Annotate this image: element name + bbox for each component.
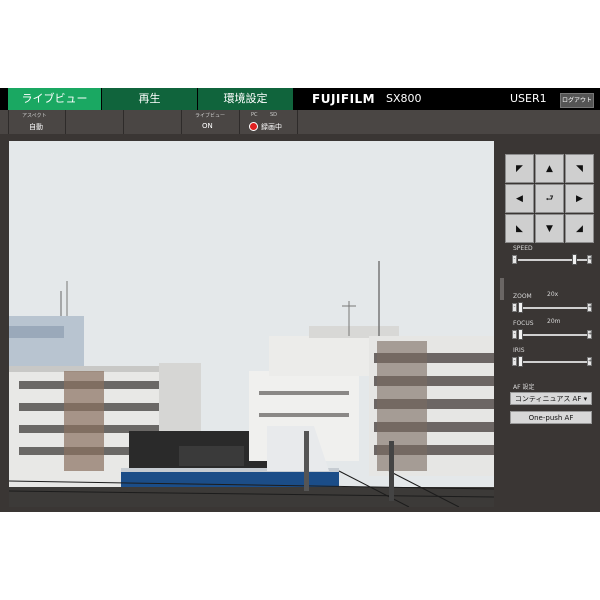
ptz-arrow-left-button[interactable]: ◀ — [505, 184, 534, 213]
liveview-cell: ライブビュー ON — [182, 110, 240, 134]
home-return-icon: ⮐ — [545, 193, 554, 204]
ptz-arrow-down-button[interactable]: ▼ — [535, 214, 564, 243]
focus-slider[interactable] — [518, 334, 588, 336]
zoom-label: ZOOM — [513, 293, 532, 300]
recording-label: 録画中 — [261, 123, 282, 131]
aspect-cell: アスペクト 自動 — [8, 110, 66, 134]
arrow-up-right-icon: ◥ — [576, 163, 583, 174]
tab-live-view[interactable]: ライブビュー — [8, 88, 101, 110]
zoom-slider[interactable] — [518, 307, 588, 309]
live-view-image — [9, 141, 494, 507]
speed-label: SPEED — [513, 245, 533, 252]
af-settings-label: AF 設定 — [513, 384, 535, 391]
camera-web-app: ライブビュー 再生 環境設定 FUJIFILM SX800 USER1 ログアウ… — [0, 88, 600, 512]
liveview-label: ライブビュー — [195, 113, 226, 119]
zoom-value: 20x — [547, 291, 559, 298]
focus-value: 20m — [547, 318, 561, 325]
arrow-down-right-icon: ◢ — [576, 223, 583, 234]
user-name: USER1 — [510, 92, 547, 105]
arrow-right-icon: ▶ — [576, 193, 583, 204]
arrow-down-left-icon: ◣ — [516, 223, 523, 234]
arrow-up-left-icon: ◤ — [516, 163, 523, 174]
sd-label: SD — [270, 112, 278, 118]
iris-minus-button[interactable]: - — [512, 357, 517, 366]
arrow-left-icon: ◀ — [516, 193, 523, 204]
brand-logo: FUJIFILM — [312, 92, 376, 106]
speed-plus-button[interactable]: + — [587, 255, 592, 264]
focus-minus-button[interactable]: - — [512, 330, 517, 339]
ptz-arrow-down-right-button[interactable]: ◢ — [565, 214, 594, 243]
iris-plus-button[interactable]: + — [587, 357, 592, 366]
aspect-label: アスペクト — [22, 113, 47, 119]
speed-slider-knob[interactable] — [572, 254, 578, 265]
tab-settings[interactable]: 環境設定 — [198, 88, 293, 110]
panel-collapse-handle[interactable] — [500, 278, 504, 300]
one-push-af-button[interactable]: One-push AF — [510, 411, 592, 424]
focus-label: FOCUS — [513, 320, 534, 327]
arrow-up-icon: ▲ — [546, 163, 553, 174]
zoom-plus-button[interactable]: + — [587, 303, 592, 312]
iris-slider-knob[interactable] — [518, 356, 523, 367]
aspect-value: 自動 — [29, 123, 43, 131]
iris-label: IRIS — [513, 347, 525, 354]
status-cell — [66, 110, 124, 134]
top-nav-bar: ライブビュー 再生 環境設定 FUJIFILM SX800 USER1 ログアウ… — [0, 88, 600, 110]
ptz-direction-pad: ◤ ▲ ◥ ◀ ⮐ ▶ ◣ ▼ ◢ — [505, 154, 594, 243]
ptz-arrow-up-right-button[interactable]: ◥ — [565, 154, 594, 183]
arrow-down-icon: ▼ — [546, 223, 553, 234]
ptz-arrow-right-button[interactable]: ▶ — [565, 184, 594, 213]
city-scene-image — [9, 141, 494, 507]
focus-slider-knob[interactable] — [518, 329, 523, 340]
iris-slider[interactable] — [518, 361, 588, 363]
pc-label: PC — [251, 112, 258, 118]
tab-playback[interactable]: 再生 — [102, 88, 197, 110]
logout-button[interactable]: ログアウト — [560, 93, 594, 108]
ptz-arrow-down-left-button[interactable]: ◣ — [505, 214, 534, 243]
ptz-arrow-up-button[interactable]: ▲ — [535, 154, 564, 183]
zoom-slider-knob[interactable] — [518, 302, 523, 313]
speed-minus-button[interactable]: - — [512, 255, 517, 264]
liveview-value: ON — [202, 122, 213, 130]
af-mode-select[interactable]: コンティニュアス AF ▾ — [510, 392, 592, 405]
recording-indicator-icon — [249, 122, 258, 131]
zoom-minus-button[interactable]: - — [512, 303, 517, 312]
status-cell — [124, 110, 182, 134]
focus-plus-button[interactable]: + — [587, 330, 592, 339]
ptz-arrow-up-left-button[interactable]: ◤ — [505, 154, 534, 183]
ptz-home-return-button[interactable]: ⮐ — [535, 184, 564, 213]
model-name: SX800 — [386, 92, 422, 105]
status-bar: アスペクト 自動 ライブビュー ON PC SD 録画中 — [0, 110, 600, 134]
speed-slider[interactable] — [518, 259, 588, 261]
recording-cell: PC SD 録画中 — [240, 110, 298, 134]
